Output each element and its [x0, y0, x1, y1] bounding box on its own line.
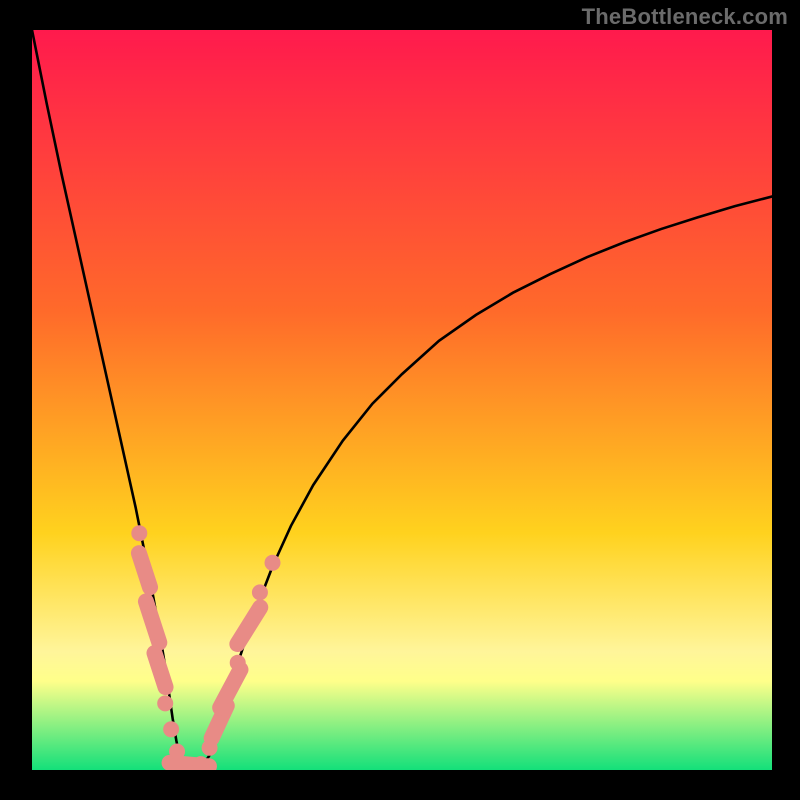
curve-layer — [32, 30, 772, 770]
data-marker — [226, 596, 271, 655]
data-marker — [136, 591, 170, 652]
data-marker — [265, 555, 281, 571]
data-marker — [163, 721, 179, 737]
data-marker — [131, 525, 147, 541]
data-marker — [252, 584, 268, 600]
data-marker — [230, 655, 246, 671]
bottleneck-curve — [32, 30, 772, 770]
data-marker — [165, 758, 217, 770]
data-marker — [129, 543, 160, 597]
plot-area — [32, 30, 772, 770]
data-marker — [157, 695, 173, 711]
data-marker — [144, 643, 175, 697]
outer-frame: TheBottleneck.com — [0, 0, 800, 800]
marker-group — [129, 525, 281, 770]
watermark-text: TheBottleneck.com — [582, 4, 788, 30]
